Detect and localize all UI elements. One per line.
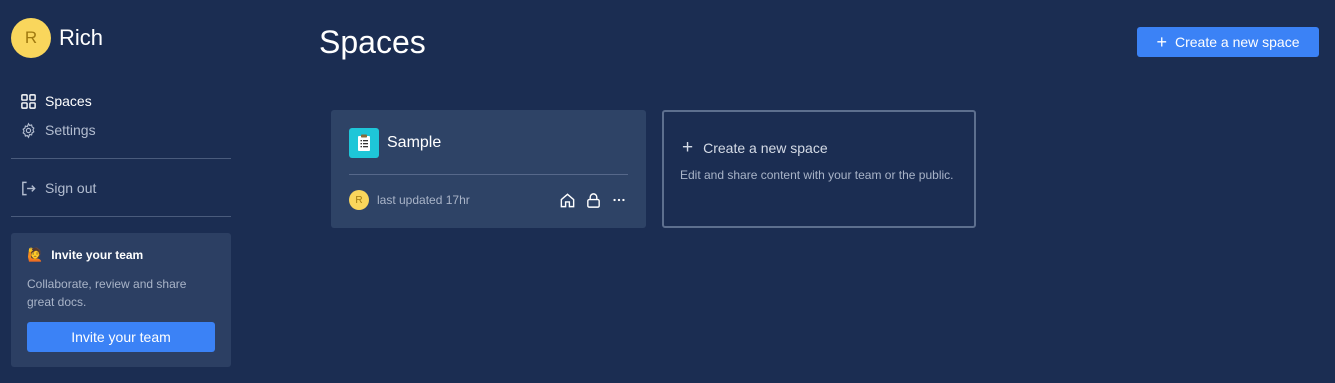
invite-description: Collaborate, review and share great docs… bbox=[27, 277, 187, 309]
more-options-icon[interactable] bbox=[610, 191, 628, 209]
user-profile[interactable]: R Rich bbox=[11, 18, 103, 58]
space-card-footer: R last updated 17hr bbox=[349, 190, 628, 210]
invite-card: 🙋 Invite your team Collaborate, review a… bbox=[11, 233, 231, 367]
create-space-button[interactable]: + Create a new space bbox=[1137, 27, 1319, 57]
space-card-actions bbox=[558, 191, 628, 209]
sidebar-divider bbox=[11, 158, 231, 159]
gear-icon bbox=[19, 121, 37, 139]
create-space-card[interactable]: + Create a new space Edit and share cont… bbox=[662, 110, 976, 228]
create-space-card-description: Edit and share content with your team or… bbox=[680, 168, 954, 182]
space-card[interactable]: Sample R last updated 17hr bbox=[331, 110, 646, 228]
sidebar-item-sign-out[interactable]: Sign out bbox=[19, 179, 96, 197]
plus-icon: + bbox=[1156, 32, 1167, 52]
clipboard-icon bbox=[349, 128, 379, 158]
grid-icon bbox=[19, 92, 37, 110]
space-card-divider bbox=[349, 174, 628, 175]
sidebar-item-label: Sign out bbox=[45, 180, 97, 196]
sidebar-item-settings[interactable]: Settings bbox=[19, 121, 96, 139]
sidebar-item-spaces[interactable]: Spaces bbox=[19, 92, 92, 110]
page-title: Spaces bbox=[319, 24, 426, 60]
last-updated: last updated 17hr bbox=[377, 193, 470, 207]
home-icon[interactable] bbox=[558, 191, 576, 209]
sidebar: R Rich Spaces Settings Sign out 🙋 Invite… bbox=[0, 0, 242, 383]
lock-icon[interactable] bbox=[584, 191, 602, 209]
invite-title: Invite your team bbox=[51, 248, 144, 262]
owner-avatar: R bbox=[349, 190, 369, 210]
create-space-label: Create a new space bbox=[1174, 34, 1300, 50]
user-name: Rich bbox=[59, 25, 104, 50]
create-space-card-header: + Create a new space bbox=[682, 138, 828, 157]
invite-title-row: 🙋 Invite your team bbox=[27, 247, 215, 263]
space-card-header: Sample bbox=[349, 128, 441, 158]
space-name[interactable]: Sample bbox=[387, 134, 441, 152]
sidebar-item-label: Settings bbox=[45, 122, 96, 138]
invite-team-button[interactable]: Invite your team bbox=[27, 322, 215, 352]
app-root: R Rich Spaces Settings Sign out 🙋 Invite… bbox=[0, 0, 1335, 383]
create-space-card-title: Create a new space bbox=[703, 139, 828, 156]
sidebar-divider bbox=[11, 216, 231, 217]
user-avatar[interactable]: R bbox=[11, 18, 51, 58]
raising-hand-icon: 🙋 bbox=[27, 247, 44, 262]
plus-icon: + bbox=[682, 137, 694, 158]
sign-out-icon bbox=[19, 179, 37, 197]
sidebar-item-label: Spaces bbox=[45, 93, 92, 109]
